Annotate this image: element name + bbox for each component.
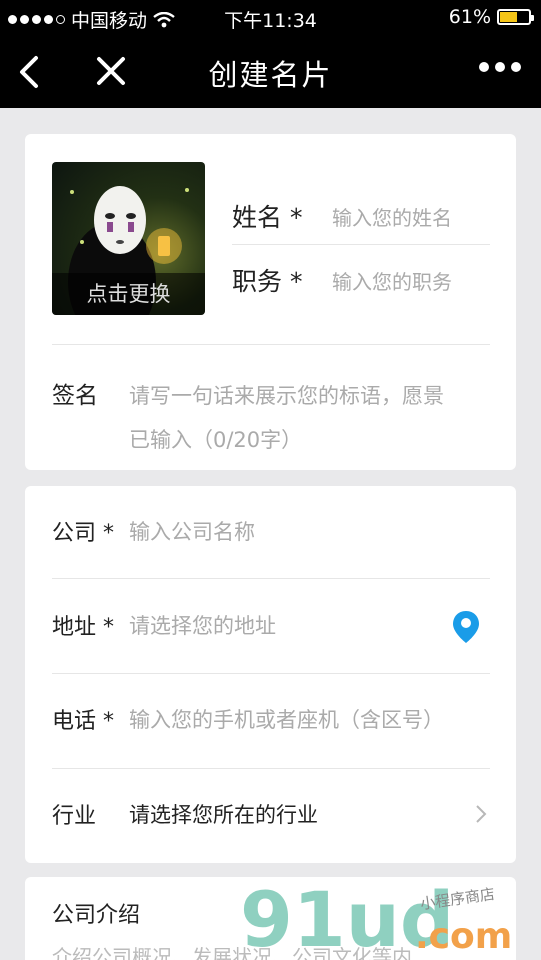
industry-row[interactable]: 行业 请选择您所在的行业 [52, 769, 490, 863]
more-dots-icon[interactable] [479, 62, 521, 72]
signature-placeholder: 请写一句话来展示您的标语，愿景 [129, 384, 444, 408]
battery-group: 61% [448, 6, 534, 28]
company-input[interactable]: 输入公司名称 [129, 516, 255, 546]
job-input[interactable]: 输入您的职务 [332, 266, 452, 295]
company-row[interactable]: 公司 * 输入公司名称 [52, 486, 490, 580]
profile-card: 点击更换 姓名 * 输入您的姓名 职务 * 输入您的职务 签名 请写一句话来展示… [25, 134, 516, 470]
location-pin-icon[interactable] [452, 610, 480, 644]
chevron-right-icon[interactable] [474, 803, 488, 825]
name-row: 姓名 * 输入您的姓名 [232, 186, 490, 248]
industry-select[interactable]: 请选择您所在的行业 [129, 799, 318, 829]
address-row[interactable]: 地址 * 请选择您的地址 [52, 580, 490, 674]
phone-row[interactable]: 电话 * 输入您的手机或者座机（含区号） [52, 674, 490, 768]
name-label: 姓名 * [232, 203, 303, 232]
page-title: 创建名片 [208, 58, 333, 92]
nav-bar: 创建名片 [0, 36, 541, 108]
divider [52, 578, 490, 579]
avatar-caption: 点击更换 [52, 273, 205, 315]
battery-icon [497, 9, 534, 25]
phone-label: 电话 * [52, 709, 114, 734]
battery-fill [500, 12, 518, 22]
avatar[interactable]: 点击更换 [52, 162, 205, 315]
company-label: 公司 * [52, 521, 114, 546]
phone-input[interactable]: 输入您的手机或者座机（含区号） [129, 704, 444, 734]
signature-counter: 已输入（0/20字） [129, 428, 303, 452]
watermark-logo: 91ud .com 小程序商店 [240, 882, 530, 960]
watermark-com: .com [415, 916, 513, 957]
job-label: 职务 * [232, 267, 303, 296]
company-card: 公司 * 输入公司名称 地址 * 请选择您的地址 电话 * 输入您的手机或者座机… [25, 486, 516, 863]
industry-label: 行业 [52, 804, 97, 829]
job-row: 职务 * 输入您的职务 [232, 250, 490, 312]
name-input[interactable]: 输入您的姓名 [332, 202, 452, 231]
signature-label: 签名 [52, 383, 98, 409]
signature-input[interactable]: 请写一句话来展示您的标语，愿景 已输入（0/20字） [129, 374, 497, 462]
divider [232, 244, 490, 245]
address-label: 地址 * [52, 615, 114, 640]
intro-label: 公司介绍 [52, 903, 141, 928]
address-input[interactable]: 请选择您的地址 [129, 610, 276, 640]
battery-percent: 61% [448, 6, 491, 28]
status-bar: 中国移动 下午11:34 61% [0, 0, 541, 36]
divider [52, 344, 490, 345]
